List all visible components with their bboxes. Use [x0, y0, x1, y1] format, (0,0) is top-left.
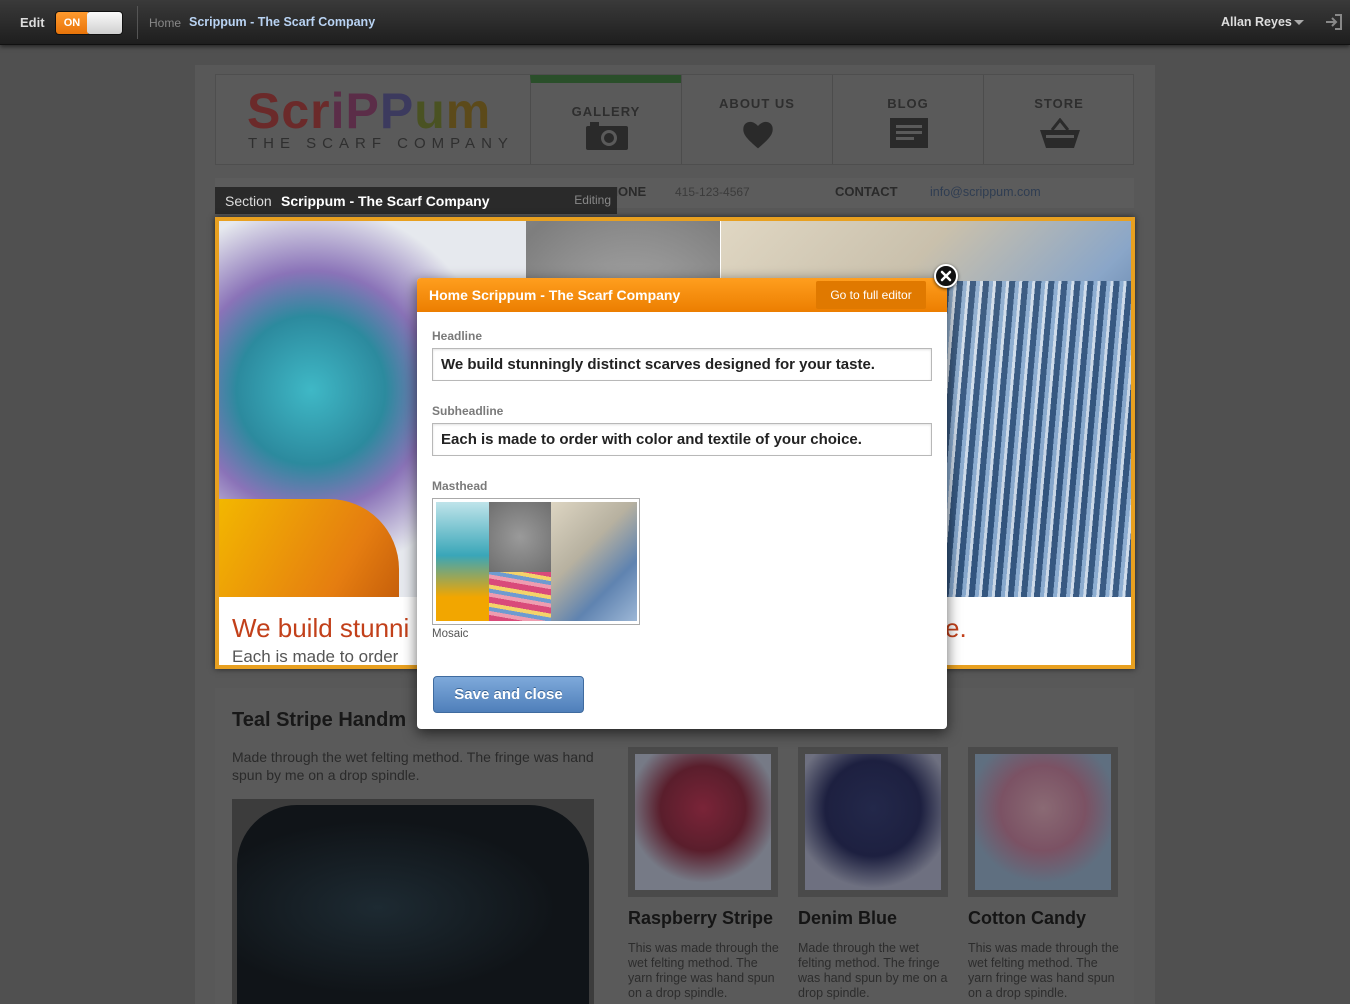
heart-icon: [743, 121, 773, 149]
section-editing-tab: Section Scrippum - The Scarf Company Edi…: [215, 187, 617, 214]
section-editor-modal: Home Scrippum - The Scarf Company Go to …: [417, 278, 947, 729]
phone-value: 415-123-4567: [675, 185, 750, 199]
topbar-divider: [137, 6, 138, 39]
contact-email-link[interactable]: info@scrippum.com: [930, 185, 1041, 199]
toggle-knob: [87, 12, 122, 34]
masthead-headline-tail: e.: [945, 613, 967, 643]
logout-icon[interactable]: [1324, 12, 1344, 32]
product-title[interactable]: Denim Blue: [798, 908, 897, 929]
product-title[interactable]: Raspberry Stripe: [628, 908, 773, 929]
product-description: This was made through the wet felting me…: [968, 941, 1119, 1000]
masthead-subheadline: Each is made to order: [232, 647, 399, 666]
edit-label: Edit: [20, 15, 45, 30]
site-logo[interactable]: ScriPPum: [247, 82, 491, 140]
masthead-option-label: Mosaic: [432, 628, 469, 640]
camera-icon: [586, 122, 628, 150]
edit-mode-toggle[interactable]: ON: [55, 11, 123, 35]
go-to-full-editor-button[interactable]: Go to full editor: [816, 281, 926, 309]
site-logo-tagline: THE SCARF COMPANY: [248, 135, 514, 152]
subheadline-input[interactable]: [432, 423, 932, 456]
product-card-denim-blue[interactable]: [798, 747, 948, 897]
breadcrumb-page[interactable]: Scrippum - The Scarf Company: [189, 15, 375, 29]
save-and-close-button[interactable]: Save and close: [433, 676, 584, 713]
document-icon: [890, 118, 928, 148]
masthead-label: Masthead: [432, 479, 488, 493]
masthead-headline: We build stunni: [232, 613, 410, 643]
nav-store[interactable]: STORE: [983, 75, 1134, 164]
section-prefix: Section: [225, 193, 272, 209]
chevron-down-icon[interactable]: [1294, 20, 1304, 25]
product-description: This was made through the wet felting me…: [628, 941, 779, 1000]
toggle-on-label: ON: [56, 12, 88, 34]
modal-header: Home Scrippum - The Scarf Company Go to …: [417, 278, 947, 312]
nav-blog[interactable]: BLOG: [832, 75, 983, 164]
contact-label: CONTACT: [835, 184, 898, 199]
admin-topbar: Edit ON Home Scrippum - The Scarf Compan…: [0, 0, 1350, 45]
close-icon[interactable]: [934, 264, 958, 288]
headline-input[interactable]: [432, 348, 932, 381]
product-title[interactable]: Cotton Candy: [968, 908, 1086, 929]
nav-gallery[interactable]: GALLERY: [530, 75, 681, 164]
section-status: Editing: [574, 193, 611, 207]
breadcrumb-home[interactable]: Home: [149, 16, 181, 30]
product-description: Made through the wet felting method. The…: [798, 941, 948, 1000]
featured-product-photo[interactable]: [232, 799, 594, 1004]
nav-about-us[interactable]: ABOUT US: [681, 75, 832, 164]
headline-label: Headline: [432, 329, 483, 343]
product-card-raspberry-stripe[interactable]: [628, 747, 778, 897]
masthead-mosaic-thumbnail[interactable]: [432, 498, 640, 625]
featured-product-title: Teal Stripe Handm: [232, 709, 407, 731]
section-name: Scrippum - The Scarf Company: [281, 193, 490, 209]
modal-title: Home Scrippum - The Scarf Company: [429, 287, 681, 303]
featured-product-description: Made through the wet felting method. The…: [232, 749, 594, 783]
subheadline-label: Subheadline: [432, 404, 504, 418]
product-card-cotton-candy[interactable]: [968, 747, 1118, 897]
basket-icon: [1040, 118, 1080, 148]
user-menu[interactable]: Allan Reyes: [1221, 15, 1292, 29]
